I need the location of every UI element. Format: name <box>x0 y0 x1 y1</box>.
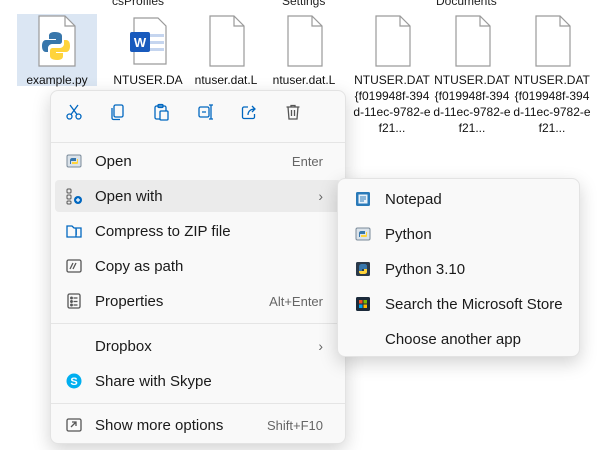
submenu-item-python[interactable]: Python <box>342 218 575 250</box>
submenu-item-label: Python <box>385 225 432 243</box>
menu-item-label: Open <box>95 152 132 170</box>
more-options-icon <box>65 416 83 434</box>
file-name: NTUSER.DAT{f019948f-394d-11ec-9782-ef21.… <box>353 73 431 135</box>
folder-label-settings[interactable]: Settings <box>282 0 325 8</box>
copy-path-icon <box>65 257 83 275</box>
menu-item-show-more-options[interactable]: Show more options Shift+F10 <box>55 409 341 441</box>
rename-icon[interactable] <box>195 101 217 123</box>
menu-item-label: Dropbox <box>95 337 152 355</box>
menu-item-label: Copy as path <box>95 257 184 275</box>
menu-item-label: Open with <box>95 187 163 205</box>
delete-icon[interactable] <box>282 101 304 123</box>
blank-file-icon <box>450 14 494 68</box>
menu-item-label: Properties <box>95 292 164 310</box>
menu-item-label: Show more options <box>95 416 224 434</box>
shortcut-text: Alt+Enter <box>269 293 323 309</box>
svg-text:S: S <box>70 376 77 388</box>
file-ntuser-da[interactable]: W NTUSER.DA <box>108 14 188 88</box>
python-icon <box>65 152 83 170</box>
submenu-item-label: Notepad <box>385 190 442 208</box>
python-icon <box>354 225 372 243</box>
menu-item-properties[interactable]: Properties Alt+Enter <box>55 285 341 317</box>
chevron-right-icon: › <box>318 188 323 204</box>
open-with-submenu: Notepad Python Python 3.10 Search the Mi… <box>337 178 580 357</box>
submenu-item-label: Search the Microsoft Store <box>385 295 563 313</box>
blank-file-icon <box>530 14 574 68</box>
chevron-right-icon: › <box>318 338 323 354</box>
paste-icon[interactable] <box>150 101 172 123</box>
submenu-item-microsoft-store[interactable]: Search the Microsoft Store <box>342 288 575 320</box>
submenu-item-label: Choose another app <box>385 330 521 348</box>
svg-text:W: W <box>134 35 147 50</box>
properties-icon <box>65 292 83 310</box>
submenu-item-choose-another-app[interactable]: Choose another app <box>342 323 575 355</box>
menu-item-open-with[interactable]: Open with › <box>55 180 341 212</box>
file-name: NTUSER.DA <box>113 73 183 87</box>
submenu-item-label: Python 3.10 <box>385 260 466 278</box>
menu-separator <box>51 403 345 404</box>
file-ntuser-dat-guid1[interactable]: NTUSER.DAT{f019948f-394d-11ec-9782-ef21.… <box>352 14 432 136</box>
menu-separator <box>51 323 345 324</box>
quick-actions-bar <box>51 91 345 133</box>
file-ntuser-dat-log1[interactable]: ntuser.dat.L <box>186 14 266 88</box>
folder-label-csprofiles[interactable]: csProfiles <box>112 0 164 8</box>
menu-item-label: Compress to ZIP file <box>95 222 231 240</box>
file-name: example.py <box>26 73 88 87</box>
share-icon[interactable] <box>238 101 260 123</box>
menu-item-copy-path[interactable]: Copy as path <box>55 250 341 282</box>
file-name: NTUSER.DAT{f019948f-394d-11ec-9782-ef21.… <box>513 73 591 135</box>
open-with-icon <box>65 187 83 205</box>
blank-file-icon <box>370 14 414 68</box>
skype-icon: S <box>65 372 83 390</box>
zip-folder-icon <box>65 222 83 240</box>
menu-item-share-skype[interactable]: S Share with Skype <box>55 365 341 397</box>
menu-item-compress-zip[interactable]: Compress to ZIP file <box>55 215 341 247</box>
file-name: ntuser.dat.L <box>272 73 336 87</box>
menu-separator <box>51 142 345 143</box>
menu-item-dropbox[interactable]: Dropbox › <box>55 330 341 362</box>
shortcut-text: Shift+F10 <box>266 417 323 433</box>
microsoft-store-icon <box>354 295 372 313</box>
python-file-icon <box>35 14 79 68</box>
blank-file-icon <box>282 14 326 68</box>
file-ntuser-dat-guid2[interactable]: NTUSER.DAT{f019948f-394d-11ec-9782-ef21.… <box>432 14 512 136</box>
menu-item-open[interactable]: Open Enter <box>55 145 341 177</box>
file-ntuser-dat-guid3[interactable]: NTUSER.DAT{f019948f-394d-11ec-9782-ef21.… <box>512 14 592 136</box>
submenu-item-notepad[interactable]: Notepad <box>342 183 575 215</box>
shortcut-text: Enter <box>291 153 323 169</box>
file-name: ntuser.dat.L <box>194 73 258 87</box>
blank-file-icon <box>204 14 248 68</box>
file-name: NTUSER.DAT{f019948f-394d-11ec-9782-ef21.… <box>433 73 511 135</box>
folder-label-documents[interactable]: Documents <box>436 0 497 8</box>
copy-icon[interactable] <box>107 101 129 123</box>
submenu-item-python-310[interactable]: Python 3.10 <box>342 253 575 285</box>
menu-item-label: Share with Skype <box>95 372 212 390</box>
word-file-icon: W <box>126 14 170 68</box>
cut-icon[interactable] <box>63 101 85 123</box>
python-310-icon <box>354 260 372 278</box>
notepad-icon <box>354 190 372 208</box>
file-example-py[interactable]: example.py <box>17 14 97 87</box>
context-menu: Open Enter Open with › Compress to ZIP f… <box>50 90 346 444</box>
file-ntuser-dat-log2[interactable]: ntuser.dat.L <box>264 14 344 88</box>
